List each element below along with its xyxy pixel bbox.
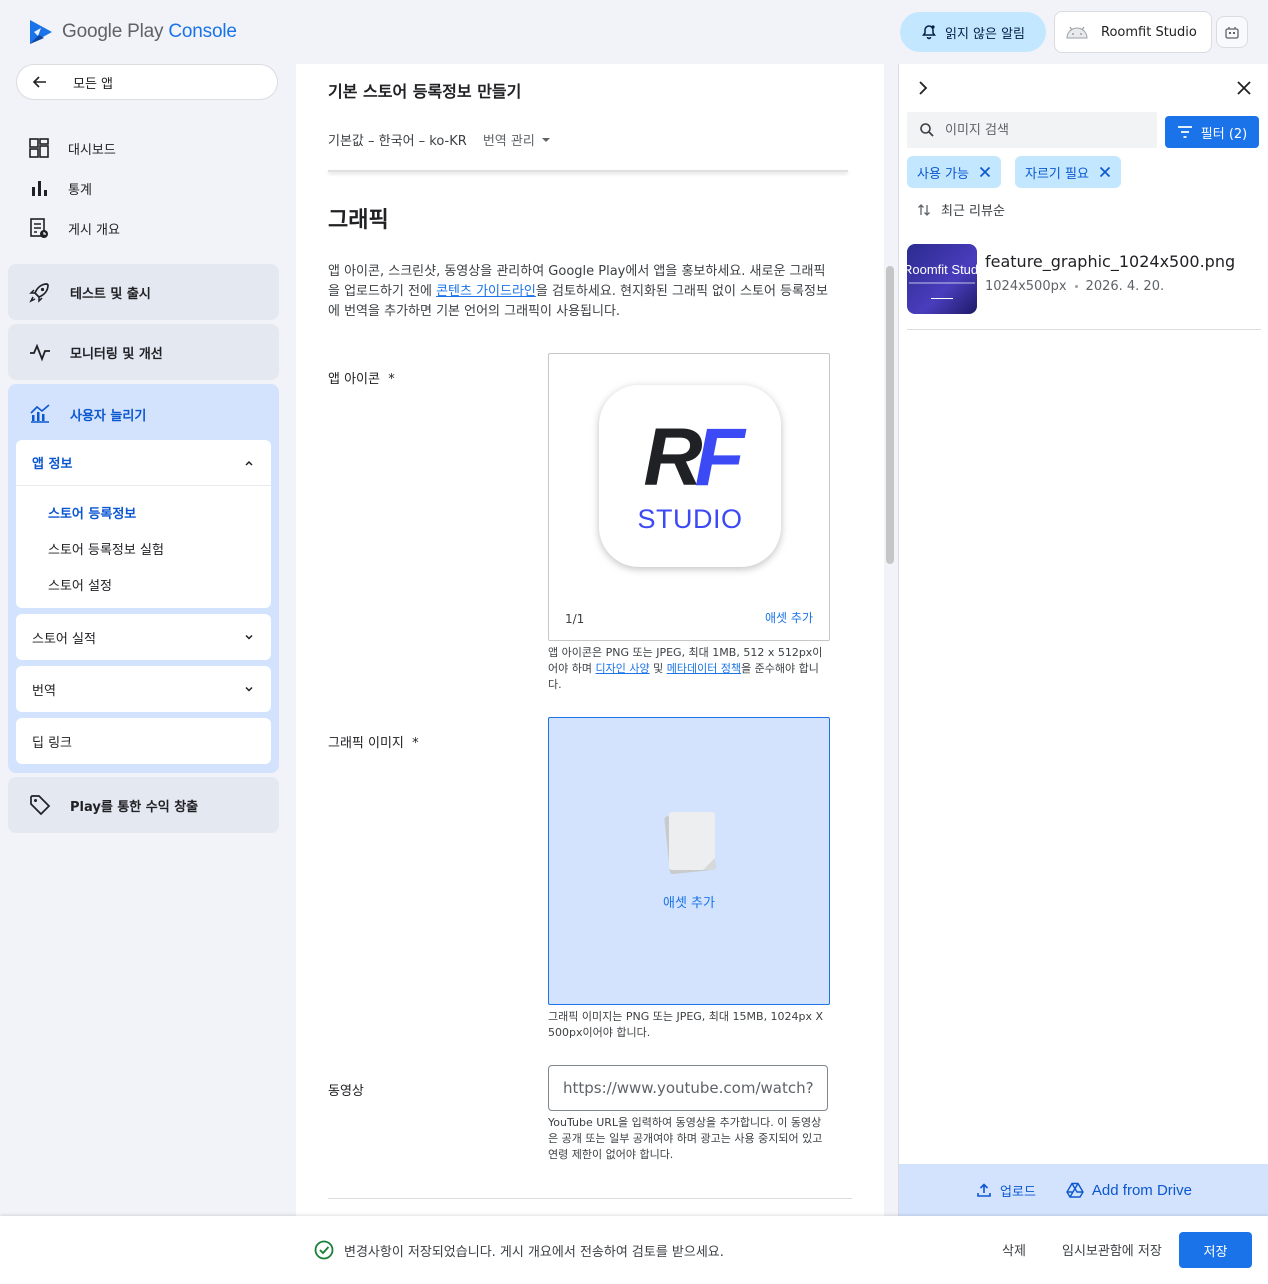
save-draft-button[interactable]: 임시보관함에 저장 bbox=[1062, 1240, 1162, 1259]
asset-item[interactable]: Roomfit Studio feature_graphic_1024x500.… bbox=[907, 244, 1261, 330]
graphic-help-text: 그래픽 이미지는 PNG 또는 JPEG, 최대 15MB, 1024px X … bbox=[548, 1010, 824, 1039]
graphic-image-label: 그래픽 이미지 * bbox=[328, 736, 419, 751]
grow-chart-icon bbox=[28, 402, 52, 426]
sidebar-item-stats[interactable]: 통계 bbox=[28, 177, 92, 199]
close-icon[interactable] bbox=[1234, 78, 1254, 98]
sidebar-item-dashboard[interactable]: 대시보드 bbox=[28, 137, 116, 159]
play-console-logo[interactable]: Google Play Console bbox=[28, 18, 237, 46]
sidebar-item-monitor[interactable]: 모니터링 및 개선 bbox=[8, 324, 279, 380]
translation-manage-dropdown[interactable]: 번역 관리 bbox=[483, 130, 551, 149]
app-box-icon bbox=[1224, 24, 1240, 40]
add-from-drive-button[interactable]: Add from Drive bbox=[1066, 1182, 1192, 1199]
tag-icon bbox=[28, 793, 52, 817]
delete-button[interactable]: 삭제 bbox=[1002, 1240, 1026, 1259]
image-placeholder-icon bbox=[661, 808, 721, 878]
panel-footer: 업로드 Add from Drive bbox=[899, 1164, 1268, 1216]
search-icon bbox=[919, 122, 935, 138]
unread-notifications-button[interactable]: 읽지 않은 알림 bbox=[900, 12, 1046, 52]
rocket-icon bbox=[28, 280, 52, 304]
upload-icon bbox=[976, 1182, 992, 1198]
sidebar-item-grow[interactable]: 사용자 늘리기 bbox=[28, 402, 146, 426]
account-chip[interactable]: Roomfit Studio bbox=[1054, 11, 1212, 53]
chevron-down-icon bbox=[243, 631, 255, 643]
app-info-group: 앱 정보 스토어 등록정보 스토어 등록정보 실험 스토어 설정 bbox=[16, 440, 271, 608]
design-spec-link[interactable]: 디자인 사양 bbox=[595, 662, 649, 675]
logo-text: Google Play Console bbox=[62, 21, 237, 42]
sidebar-item-publish-overview[interactable]: 게시 개요 bbox=[28, 217, 120, 239]
app-icon-asset-box[interactable]: RF STUDIO 1/1 애셋 추가 bbox=[548, 353, 830, 641]
header-divider bbox=[328, 170, 848, 172]
locale-row: 기본값 – 한국어 – ko-KR 번역 관리 bbox=[328, 130, 551, 149]
chevron-down-icon bbox=[243, 683, 255, 695]
sidebar-item-test-release[interactable]: 테스트 및 출시 bbox=[8, 264, 279, 320]
arrow-left-icon bbox=[31, 73, 49, 91]
app-icon-monogram: RF bbox=[643, 411, 744, 503]
app-info-toggle[interactable]: 앱 정보 bbox=[16, 440, 271, 486]
chevron-up-icon bbox=[243, 457, 255, 469]
graphic-add-asset-button[interactable]: 애셋 추가 bbox=[549, 892, 829, 911]
sort-toggle[interactable]: 최근 리뷰순 bbox=[917, 200, 1005, 219]
metadata-policy-link[interactable]: 메타데이터 정책 bbox=[667, 662, 741, 675]
filter-chip-available[interactable]: 사용 가능 bbox=[907, 156, 1001, 188]
upload-button[interactable]: 업로드 bbox=[976, 1181, 1036, 1200]
filter-icon bbox=[1177, 125, 1193, 139]
translation-toggle[interactable]: 번역 bbox=[16, 666, 271, 712]
save-button[interactable]: 저장 bbox=[1179, 1232, 1252, 1268]
graphic-image-drop-zone[interactable]: 애셋 추가 bbox=[548, 717, 830, 1005]
app-icon-studio-text: STUDIO bbox=[637, 503, 743, 534]
section-description: 앱 아이콘, 스크린샷, 동영상을 관리하여 Google Play에서 앱을 … bbox=[328, 264, 828, 319]
sidebar-group-grow: 사용자 늘리기 앱 정보 스토어 등록정보 스토어 등록정보 실험 스토어 설정… bbox=[8, 384, 279, 773]
video-label: 동영상 bbox=[328, 1084, 364, 1099]
asset-meta: 1024x500px 2026. 4. 20. bbox=[985, 279, 1165, 294]
app-icon-help-text: 앱 아이콘은 PNG 또는 JPEG, 최대 1MB, 512 x 512px이… bbox=[548, 646, 823, 691]
app-switcher-button[interactable] bbox=[1216, 16, 1248, 48]
check-circle-icon bbox=[314, 1240, 334, 1260]
app-icon-image: RF STUDIO bbox=[599, 385, 781, 567]
store-performance-toggle[interactable]: 스토어 실적 bbox=[16, 614, 271, 660]
locale-label: 기본값 – 한국어 – ko-KR bbox=[328, 134, 467, 149]
filter-chip-crop-needed[interactable]: 자르기 필요 bbox=[1015, 156, 1121, 188]
main-content: 기본 스토어 등록정보 만들기 기본값 – 한국어 – ko-KR 번역 관리 … bbox=[296, 64, 884, 1216]
app-icon-label: 앱 아이콘 * bbox=[328, 372, 395, 387]
bell-icon bbox=[921, 24, 937, 40]
sidebar-item-monetize[interactable]: Play를 통한 수익 창출 bbox=[8, 777, 279, 833]
video-help-text: YouTube URL을 입력하여 동영상을 추가합니다. 이 동영상은 공개 … bbox=[548, 1116, 823, 1161]
sidebar-item-store-listing[interactable]: 스토어 등록정보 bbox=[16, 494, 271, 530]
add-asset-button[interactable]: 애셋 추가 bbox=[765, 609, 813, 626]
dashboard-icon bbox=[28, 137, 50, 159]
pulse-icon bbox=[28, 340, 52, 364]
caret-down-icon bbox=[541, 135, 551, 145]
android-icon bbox=[1063, 18, 1091, 46]
section-title-graphics: 그래픽 bbox=[328, 208, 389, 233]
sidebar-item-deep-link[interactable]: 딥 링크 bbox=[16, 718, 271, 764]
save-status: 변경사항이 저장되었습니다. 게시 개요에서 전송하여 검토를 받으세요. bbox=[314, 1240, 724, 1260]
chevron-right-icon[interactable] bbox=[913, 78, 933, 98]
asset-thumbnail: Roomfit Studio bbox=[907, 244, 977, 314]
sidebar-item-store-settings[interactable]: 스토어 설정 bbox=[16, 566, 271, 602]
sort-arrows-icon bbox=[917, 203, 931, 217]
bottom-action-bar: 변경사항이 저장되었습니다. 게시 개요에서 전송하여 검토를 받으세요. 삭제… bbox=[0, 1216, 1268, 1284]
image-search-box[interactable] bbox=[907, 112, 1157, 148]
chip-close-icon[interactable] bbox=[979, 166, 991, 178]
all-apps-button[interactable]: 모든 앱 bbox=[16, 64, 278, 100]
drive-icon bbox=[1066, 1182, 1084, 1198]
asset-filename: feature_graphic_1024x500.png bbox=[985, 252, 1236, 271]
asset-library-panel: 필터 (2) 사용 가능 자르기 필요 최근 리뷰순 Roomfit Studi… bbox=[898, 64, 1268, 1216]
filter-button[interactable]: 필터 (2) bbox=[1165, 116, 1259, 148]
play-console-logo-icon bbox=[28, 18, 54, 46]
section-divider bbox=[328, 1198, 852, 1199]
asset-count: 1/1 bbox=[565, 612, 585, 626]
chip-close-icon[interactable] bbox=[1099, 166, 1111, 178]
publish-overview-icon bbox=[28, 217, 50, 239]
bar-chart-icon bbox=[28, 177, 50, 199]
sidebar-item-store-listing-experiments[interactable]: 스토어 등록정보 실험 bbox=[16, 530, 271, 566]
content-guidelines-link[interactable]: 콘텐츠 가이드라인 bbox=[436, 284, 536, 299]
image-search-input[interactable] bbox=[945, 122, 1145, 138]
video-url-input[interactable] bbox=[548, 1065, 828, 1111]
page-title: 기본 스토어 등록정보 만들기 bbox=[328, 82, 522, 101]
main-scrollbar[interactable] bbox=[886, 266, 894, 564]
account-name: Roomfit Studio bbox=[1101, 24, 1197, 40]
